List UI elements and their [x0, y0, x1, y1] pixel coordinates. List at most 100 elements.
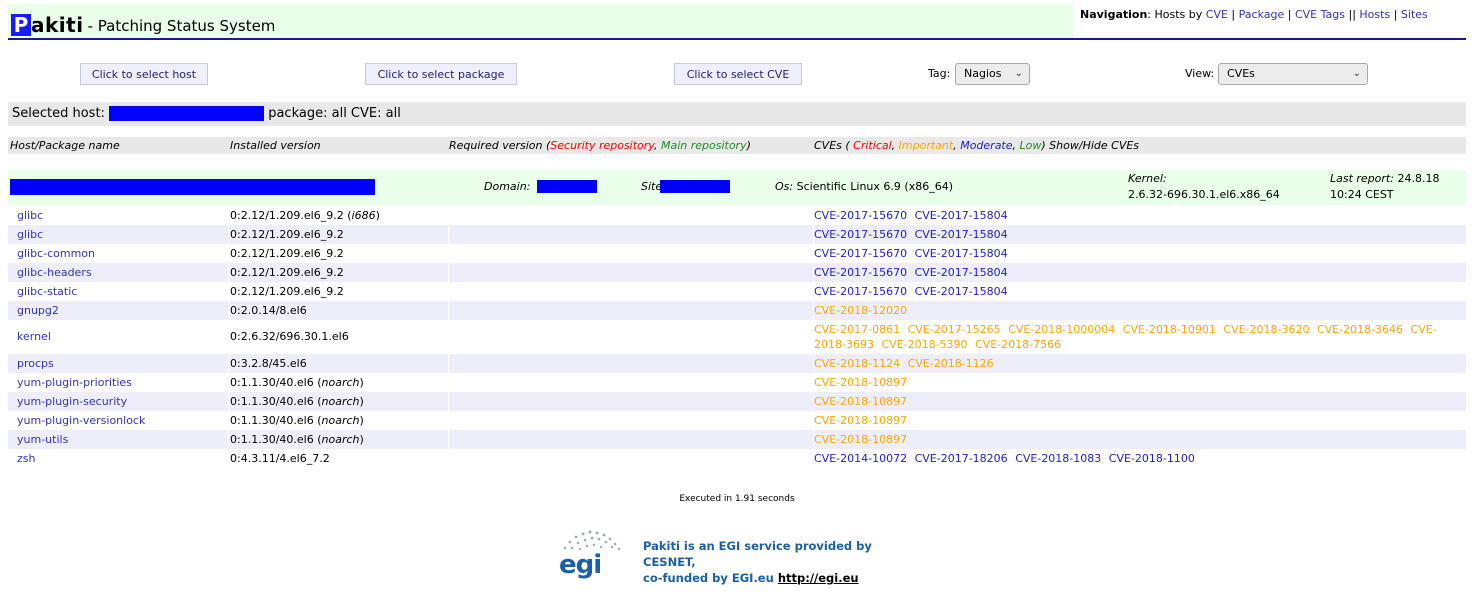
cve-link[interactable]: CVE-2018-10897: [814, 395, 907, 408]
table-row: zsh 0:4.3.11/4.el6_7.2 CVE-2014-10072 CVE-…: [8, 449, 1466, 468]
package-name-link[interactable]: yum-plugin-security: [17, 392, 127, 411]
cve-link[interactable]: CVE-2017-15265: [908, 323, 1001, 336]
column-divider: [448, 411, 449, 430]
cve-link[interactable]: CVE-2018-1126: [908, 357, 994, 370]
package-name-link[interactable]: glibc-common: [17, 244, 95, 263]
tag-select[interactable]: Nagios ⌄: [955, 63, 1030, 85]
select-host-button[interactable]: Click to select host: [80, 63, 208, 85]
cve-link[interactable]: CVE-2018-10897: [814, 414, 907, 427]
package-name-link[interactable]: glibc: [17, 206, 43, 225]
installed-version: 0:2.0.14/8.el6: [230, 301, 307, 320]
logo-text: akiti: [31, 13, 84, 37]
cve-link[interactable]: CVE-2017-15670: [814, 209, 907, 222]
cve-link[interactable]: CVE-2018-10897: [814, 433, 907, 446]
package-name-link[interactable]: yum-utils: [17, 430, 68, 449]
egi-link[interactable]: http://egi.eu: [778, 571, 859, 585]
kernel-label: Kernel:: [1128, 172, 1167, 185]
package-name-link[interactable]: glibc-headers: [17, 263, 92, 282]
cve-link[interactable]: CVE-2017-15670: [814, 285, 907, 298]
column-divider: [228, 244, 229, 263]
select-cve-button[interactable]: Click to select CVE: [674, 63, 802, 85]
cve-link[interactable]: CVE-2017-18206: [915, 452, 1008, 465]
cve-link[interactable]: CVE-2018-12020: [814, 304, 907, 317]
cve-link[interactable]: CVE-2018-1100: [1109, 452, 1195, 465]
page-header: Pakiti - Patching Status System Navigatio…: [8, 4, 1466, 40]
last-report: Last report: 24.8.18: [1330, 172, 1439, 185]
nav-link-cve[interactable]: CVE: [1206, 8, 1228, 21]
cve-link[interactable]: CVE-2017-15670: [814, 247, 907, 260]
cve-link[interactable]: CVE-2017-15804: [915, 228, 1008, 241]
cve-link[interactable]: CVE-2018-10897: [814, 376, 907, 389]
redacted-hostname: [109, 106, 265, 121]
cve-link[interactable]: CVE-2018-3646: [1317, 323, 1403, 336]
column-divider: [228, 373, 229, 392]
egi-banner: egi Pakiti is an EGI service provided by…: [557, 526, 917, 585]
nav-link-cve-tags[interactable]: CVE Tags: [1295, 8, 1345, 21]
installed-version: 0:2.12/1.209.el6_9.2 (i686): [230, 209, 380, 222]
column-divider: [228, 449, 229, 468]
cve-link[interactable]: CVE-2018-1000004: [1008, 323, 1115, 336]
view-select[interactable]: CVEs ⌄: [1218, 63, 1368, 85]
nav-link-package[interactable]: Package: [1239, 8, 1285, 21]
pakiti-logo[interactable]: Pakiti - Patching Status System: [11, 10, 275, 36]
nav-link-hosts[interactable]: Hosts: [1359, 8, 1390, 21]
redacted-site[interactable]: [660, 180, 730, 193]
cve-link[interactable]: CVE-2017-15670: [814, 228, 907, 241]
select-package-button[interactable]: Click to select package: [365, 63, 517, 85]
cve-link[interactable]: CVE-2017-15804: [915, 209, 1008, 222]
egi-credit-line2: co-funded by EGI.eu http://egi.eu: [643, 570, 917, 586]
package-name-link[interactable]: gnupg2: [17, 301, 59, 320]
cve-list: CVE-2017-15670 CVE-2017-15804: [814, 263, 1454, 280]
table-row: gnupg2 0:2.0.14/8.el6 CVE-2018-12020: [8, 301, 1466, 320]
cve-link[interactable]: CVE-2017-15670: [814, 266, 907, 279]
logo-initial: P: [11, 14, 31, 36]
installed-version-value: 0:4.3.11/4.el6_7.2: [230, 452, 330, 465]
col-cves: CVEs ( Critical, Important, Moderate, Lo…: [814, 139, 1140, 152]
package-name-link[interactable]: yum-plugin-versionlock: [17, 411, 145, 430]
low-legend: Low: [1019, 139, 1042, 152]
view-select-value: CVEs: [1227, 67, 1255, 80]
cve-link[interactable]: CVE-2014-10072: [814, 452, 907, 465]
package-name-link[interactable]: yum-plugin-priorities: [17, 373, 132, 392]
cve-list: CVE-2017-15670 CVE-2017-15804: [814, 206, 1454, 223]
installed-version-value: 0:1.1.30/40.el6: [230, 414, 314, 427]
egi-credit-text: Pakiti is an EGI service provided by CES…: [643, 538, 917, 586]
column-divider: [448, 282, 449, 301]
column-divider: [228, 225, 229, 244]
show-hide-cves-toggle[interactable]: ) Show/Hide CVEs: [1041, 139, 1139, 152]
table-header: Host/Package name Installed version Requ…: [8, 137, 1466, 154]
package-name-link[interactable]: glibc: [17, 225, 43, 244]
selected-package-cve-text: package: all CVE: all: [268, 106, 401, 121]
cve-link[interactable]: CVE-2018-7566: [975, 338, 1061, 351]
required-prefix: Required version (: [449, 139, 551, 152]
nav-link-sites[interactable]: Sites: [1401, 8, 1428, 21]
table-row: glibc-common 0:2.12/1.209.el6_9.2 CVE-2017…: [8, 244, 1466, 263]
package-name-link[interactable]: zsh: [17, 449, 35, 468]
column-divider: [448, 244, 449, 263]
column-divider: [228, 206, 229, 225]
col-installed-version: Installed version: [230, 139, 321, 152]
package-name-link[interactable]: glibc-static: [17, 282, 77, 301]
cve-list: CVE-2018-10897: [814, 411, 1454, 428]
column-divider: [228, 430, 229, 449]
last-report-time: 10:24 CEST: [1330, 188, 1394, 201]
tag-label: Tag:: [928, 67, 951, 80]
cve-link[interactable]: CVE-2017-15804: [915, 285, 1008, 298]
redacted-domain[interactable]: [537, 180, 597, 193]
cve-link[interactable]: CVE-2018-1124: [814, 357, 900, 370]
table-row: yum-plugin-security 0:1.1.30/40.el6 (noar…: [8, 392, 1466, 411]
os-label: Os:: [775, 180, 794, 193]
redacted-host-link[interactable]: [10, 179, 375, 195]
cve-link[interactable]: CVE-2018-1083: [1015, 452, 1101, 465]
package-name-link[interactable]: kernel: [17, 320, 51, 354]
cve-link[interactable]: CVE-2018-10901: [1123, 323, 1216, 336]
installed-version-value: 0:2.12/1.209.el6_9.2: [230, 228, 344, 241]
table-row: glibc 0:2.12/1.209.el6_9.2 CVE-2017-15670 …: [8, 225, 1466, 244]
cve-link[interactable]: CVE-2017-0861: [814, 323, 900, 336]
package-name-link[interactable]: procps: [17, 354, 54, 373]
cve-link[interactable]: CVE-2017-15804: [915, 266, 1008, 279]
cve-list: CVE-2014-10072 CVE-2017-18206 CVE-2018-1…: [814, 449, 1454, 466]
cve-link[interactable]: CVE-2018-3620: [1223, 323, 1309, 336]
cve-link[interactable]: CVE-2017-15804: [915, 247, 1008, 260]
cve-link[interactable]: CVE-2018-5390: [881, 338, 967, 351]
